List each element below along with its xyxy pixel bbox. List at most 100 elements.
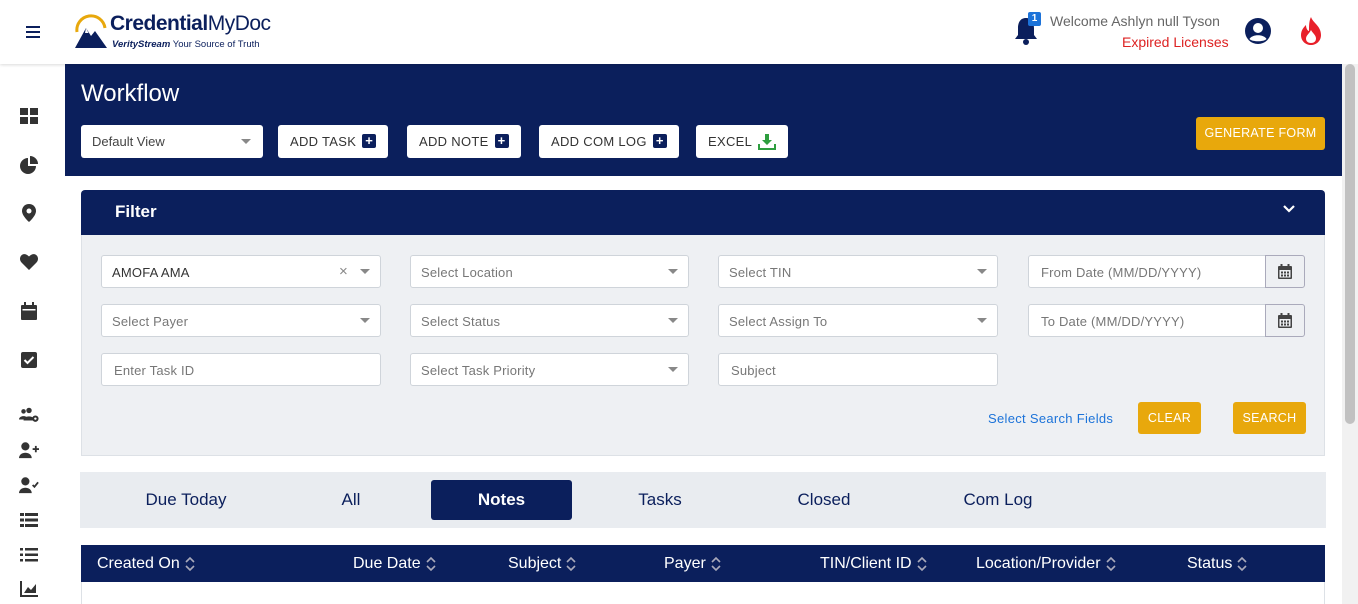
notification-badge: 1 [1028, 12, 1041, 26]
assign-to-select[interactable]: Select Assign To [718, 304, 998, 337]
fire-icon[interactable] [1297, 16, 1325, 46]
to-date-calendar-button[interactable] [1265, 304, 1305, 337]
notifications-button[interactable]: 1 [1013, 12, 1041, 46]
list-icon[interactable] [19, 545, 39, 565]
status-select[interactable]: Select Status [410, 304, 689, 337]
dashboard-icon[interactable] [19, 106, 39, 126]
provider-select[interactable]: AMOFA AMA × [101, 255, 381, 288]
assign-to-placeholder: Select Assign To [729, 314, 828, 329]
top-bar: CredentialMyDoc VerityStream Your Source… [0, 0, 1358, 64]
sidebar [0, 64, 65, 604]
tin-select-placeholder: Select TIN [729, 265, 792, 280]
column-header-created-on[interactable]: Created On [97, 545, 195, 582]
tab-com-log[interactable]: Com Log [948, 480, 1048, 520]
column-label: TIN/Client ID [820, 555, 912, 572]
column-header-payer[interactable]: Payer [664, 545, 721, 582]
clear-button[interactable]: CLEAR [1138, 402, 1201, 434]
location-select[interactable]: Select Location [410, 255, 689, 288]
mountain-logo-icon [75, 14, 107, 48]
column-header-subject[interactable]: Subject [508, 545, 576, 582]
table-row[interactable] [81, 582, 1325, 604]
sort-icon [566, 556, 576, 571]
chevron-down-icon [668, 318, 678, 323]
page-scrollbar[interactable] [1342, 64, 1358, 604]
task-id-placeholder: Enter Task ID [114, 363, 195, 378]
tab-closed[interactable]: Closed [780, 480, 868, 520]
page-title: Workflow [81, 80, 180, 107]
from-date-input[interactable]: From Date (MM/DD/YYYY) [1028, 255, 1268, 288]
payer-select-placeholder: Select Payer [112, 314, 189, 329]
provider-select-value: AMOFA AMA [112, 265, 190, 280]
view-select[interactable]: Default View [81, 125, 263, 158]
calendar-icon [1278, 313, 1292, 328]
main-content: Filter AMOFA AMA × Select Location Selec… [65, 176, 1342, 604]
user-check-icon[interactable] [19, 475, 39, 495]
from-date-calendar-button[interactable] [1265, 255, 1305, 288]
chevron-down-icon [360, 269, 370, 274]
task-priority-select[interactable]: Select Task Priority [410, 353, 689, 386]
chevron-down-icon [360, 318, 370, 323]
view-tabs: Due Today All Notes Tasks Closed Com Log [80, 472, 1326, 528]
chevron-down-icon [977, 269, 987, 274]
chart-icon[interactable] [19, 579, 39, 599]
select-search-fields-link[interactable]: Select Search Fields [988, 411, 1113, 426]
column-header-due-date[interactable]: Due Date [353, 545, 436, 582]
calendar-icon [1278, 264, 1292, 279]
to-date-placeholder: To Date (MM/DD/YYYY) [1041, 314, 1185, 329]
task-priority-placeholder: Select Task Priority [421, 363, 536, 378]
plus-icon: + [494, 134, 509, 148]
chevron-down-icon [668, 269, 678, 274]
excel-button[interactable]: EXCEL [696, 125, 789, 158]
clear-x-icon[interactable]: × [339, 263, 348, 280]
download-icon [758, 134, 777, 150]
scrollbar-thumb[interactable] [1345, 64, 1355, 424]
column-label: Payer [664, 555, 706, 572]
from-date-placeholder: From Date (MM/DD/YYYY) [1041, 265, 1202, 280]
tin-select[interactable]: Select TIN [718, 255, 998, 288]
users-gear-icon[interactable] [19, 405, 39, 425]
logo-tagline: VerityStream Your Source of Truth [112, 39, 260, 50]
excel-label: EXCEL [708, 134, 753, 149]
pie-chart-icon[interactable] [19, 155, 39, 175]
plus-icon: + [362, 134, 377, 148]
app-logo[interactable]: CredentialMyDoc VerityStream Your Source… [74, 12, 284, 54]
column-header-status[interactable]: Status [1187, 545, 1247, 582]
tab-due-today[interactable]: Due Today [120, 480, 252, 520]
subject-input[interactable]: Subject [718, 353, 998, 386]
location-pin-icon[interactable] [19, 203, 39, 223]
search-button[interactable]: SEARCH [1233, 402, 1306, 434]
column-header-tin-client-id[interactable]: TIN/Client ID [820, 545, 927, 582]
sort-icon [711, 556, 721, 571]
task-id-input[interactable]: Enter Task ID [101, 353, 381, 386]
chevron-down-icon [977, 318, 987, 323]
chevron-down-icon [668, 367, 678, 372]
user-plus-icon[interactable] [19, 440, 39, 460]
table-header: Created On Due Date Subject Payer TIN/Cl… [81, 545, 1325, 582]
tab-tasks[interactable]: Tasks [620, 480, 700, 520]
filter-header[interactable]: Filter [81, 190, 1325, 235]
user-avatar-icon[interactable] [1244, 17, 1272, 45]
calendar-icon[interactable] [19, 301, 39, 321]
sort-icon [426, 556, 436, 571]
add-note-button[interactable]: ADD NOTE + [407, 125, 521, 158]
chevron-down-icon[interactable] [1282, 202, 1296, 216]
column-header-location-provider[interactable]: Location/Provider [976, 545, 1116, 582]
heart-icon[interactable] [19, 252, 39, 272]
column-label: Due Date [353, 555, 421, 572]
add-task-button[interactable]: ADD TASK + [278, 125, 389, 158]
add-com-log-button[interactable]: ADD COM LOG + [539, 125, 679, 158]
table-icon[interactable] [19, 510, 39, 530]
generate-form-button[interactable]: GENERATE FORM [1196, 117, 1325, 150]
add-com-log-label: ADD COM LOG [551, 134, 647, 149]
payer-select[interactable]: Select Payer [101, 304, 381, 337]
to-date-input[interactable]: To Date (MM/DD/YYYY) [1028, 304, 1268, 337]
checkbox-icon[interactable] [19, 350, 39, 370]
filter-title: Filter [115, 202, 157, 221]
expired-licenses-link[interactable]: Expired Licenses [1122, 34, 1229, 50]
hamburger-menu-icon[interactable] [26, 26, 40, 38]
sort-icon [185, 556, 195, 571]
sort-icon [1237, 556, 1247, 571]
tab-all[interactable]: All [318, 480, 384, 520]
tab-notes[interactable]: Notes [431, 480, 572, 520]
chevron-down-icon [241, 139, 251, 144]
